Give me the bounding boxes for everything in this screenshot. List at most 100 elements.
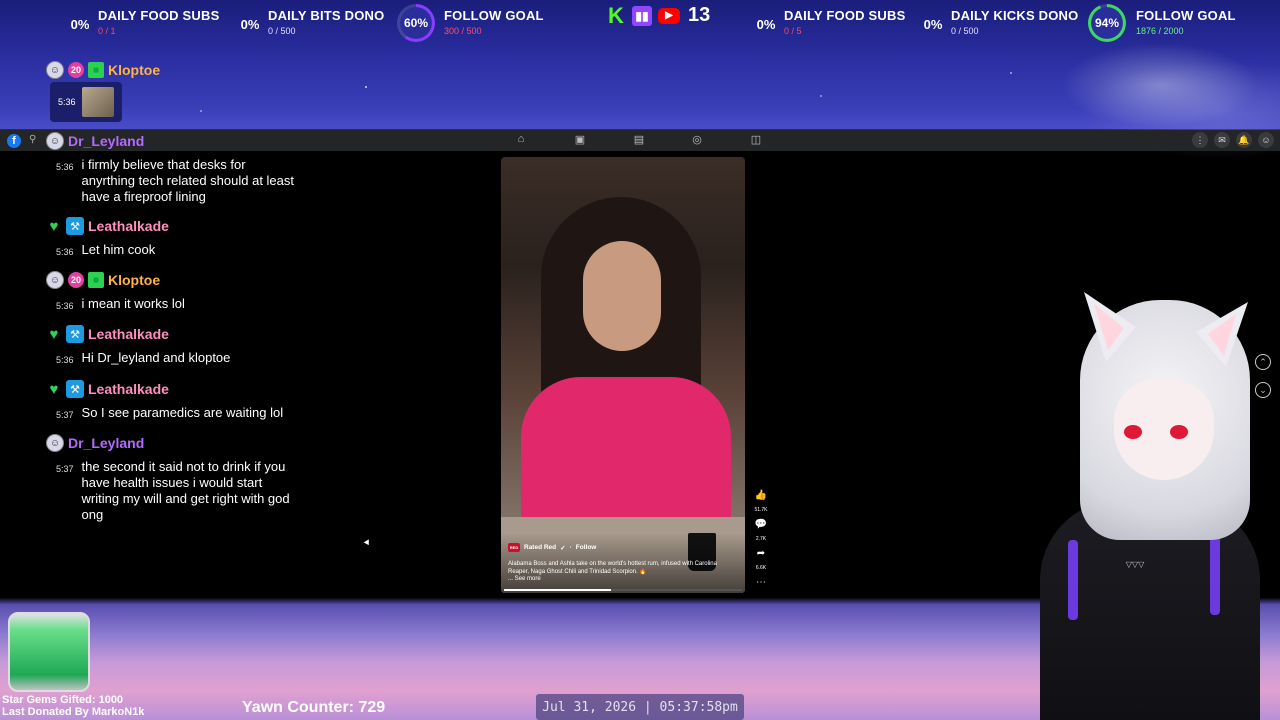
video-progress-bar[interactable] [504, 589, 742, 591]
channel-name[interactable]: Rated Red [524, 544, 556, 551]
share-icon[interactable]: ➦ [757, 548, 765, 559]
clip-thumbnail[interactable] [81, 87, 114, 117]
viewer-count: 13 [688, 4, 711, 26]
vtuber-eye [1170, 425, 1188, 439]
channel-logo[interactable]: RED [508, 543, 520, 552]
message-time: 5:36 [56, 355, 74, 365]
comment-icon[interactable]: 💬 [755, 519, 767, 530]
goal-daily-food-subs-right: 0% DAILY FOOD SUBS 0 / 5 [748, 8, 906, 36]
gift-icon: ■ [88, 272, 104, 288]
avatar: ☺ [46, 434, 64, 452]
chat-user-header: ☺ 20 ■ Kloptoe [46, 271, 160, 289]
goal-title: DAILY KICKS DONO [951, 8, 1079, 23]
message-time: 5:36 [58, 97, 76, 107]
video-actions: 👍 51.7K 💬 2.7K ➦ 6.6K ⋯ [752, 490, 770, 588]
chat-message: 5:36 i firmly believe that desks for any… [56, 157, 296, 205]
message-time: 5:36 [56, 301, 74, 311]
heart-icon: ♥ [49, 217, 59, 235]
message-text: i mean it works lol [81, 296, 185, 311]
reels-icon[interactable]: ▣ [572, 133, 588, 147]
follow-link[interactable]: Follow [576, 544, 597, 551]
goal-progress-text: 0 / 500 [268, 26, 296, 36]
date-time-clock: Jul 31, 2026 | 05:37:58pm [536, 694, 744, 720]
goal-percent: 0% [923, 17, 943, 32]
facebook-header-bar: f ⚲ ⌂ ▣ ▤ ◎ ◫ ⋮ ✉ 🔔 ☺ [0, 130, 1280, 151]
chat-user-header: ☺ Dr_Leyland [46, 132, 144, 150]
chat-user-header: ☺ 20 ■ Kloptoe [46, 61, 160, 79]
facebook-logo-icon[interactable]: f [7, 133, 21, 148]
goal-daily-kicks-dono: 0% DAILY KICKS DONO 0 / 500 [915, 8, 1079, 36]
heart-icon: ♥ [49, 380, 59, 398]
avatar: ☺ [46, 271, 64, 289]
profile-avatar[interactable]: ☺ [1258, 132, 1274, 148]
see-more-link[interactable]: ... See more [508, 576, 738, 582]
vtuber-jacket-accent [1068, 540, 1078, 620]
moderator-icon: ⚒ [66, 325, 84, 343]
sub-badge: 20 [68, 62, 84, 78]
chat-username: Dr_Leyland [68, 133, 145, 149]
home-icon[interactable]: ⌂ [513, 133, 529, 147]
gift-icon: ■ [88, 62, 104, 78]
goal-progress-text: 0 / 500 [951, 26, 979, 36]
goal-title: FOLLOW GOAL [1136, 8, 1236, 23]
menu-grid-icon[interactable]: ⋮ [1192, 132, 1208, 148]
scroll-up-icon[interactable]: ⌃ [1255, 354, 1271, 370]
goal-title: FOLLOW GOAL [444, 8, 544, 23]
reel-video[interactable] [501, 157, 745, 593]
chat-username: Dr_Leyland [68, 435, 145, 451]
video-description: Alabama Boss and Ashla take on the world… [508, 561, 717, 575]
heart-icon: ♥ [49, 325, 59, 343]
groups-icon[interactable]: ◎ [689, 133, 705, 147]
star-gems-info: Star Gems Gifted: 1000 Last Donated By M… [2, 694, 144, 718]
yawn-counter: Yawn Counter: 729 [242, 699, 386, 716]
vtuber-shirt-logo: ▽▽▽ [1125, 560, 1145, 569]
message-text: So I see paramedics are waiting lol [81, 405, 284, 420]
youtube-icon: ▶ [658, 7, 680, 24]
gaming-icon[interactable]: ◫ [748, 133, 764, 147]
avatar: ☺ [46, 132, 64, 150]
moderator-icon: ⚒ [66, 217, 84, 235]
scroll-down-icon[interactable]: ⌄ [1255, 382, 1271, 398]
last-donated-text: Last Donated By MarkoN1k [2, 706, 145, 718]
message-time: 5:37 [56, 464, 74, 474]
chat-clip-message[interactable]: 5:36 [50, 82, 122, 122]
share-count: 6.6K [755, 565, 767, 571]
messenger-icon[interactable]: ✉ [1214, 132, 1230, 148]
chat-user-header: ♥ ⚒ Leathalkade [46, 325, 169, 343]
message-time: 5:37 [56, 410, 74, 420]
message-text: Hi Dr_leyland and kloptoe [81, 350, 231, 365]
notifications-icon[interactable]: 🔔 [1236, 132, 1252, 148]
goal-percent: 0% [756, 17, 776, 32]
twitch-icon: ▮▮ [632, 5, 652, 26]
chat-message: 5:36 Let him cook [56, 242, 296, 260]
video-person-face [583, 241, 661, 351]
search-icon[interactable]: ⚲ [29, 134, 43, 148]
chat-username: Kloptoe [108, 62, 161, 78]
moderator-icon: ⚒ [66, 380, 84, 398]
goal-progress-text: 0 / 5 [784, 26, 802, 36]
video-progress-fill [504, 589, 612, 591]
message-time: 5:36 [56, 162, 74, 172]
mouse-cursor-icon [363, 539, 372, 547]
chat-username: Leathalkade [88, 381, 169, 397]
goal-title: DAILY FOOD SUBS [98, 8, 220, 23]
chat-username: Leathalkade [88, 326, 169, 342]
chat-user-header: ♥ ⚒ Leathalkade [46, 380, 169, 398]
more-options-icon[interactable]: ⋯ [756, 577, 766, 588]
goal-percent: 0% [70, 17, 90, 32]
chat-message: 5:37 the second it said not to drink if … [56, 459, 296, 523]
sub-badge: 20 [68, 272, 84, 288]
marketplace-icon[interactable]: ▤ [631, 133, 647, 147]
message-text: the second it said not to drink if you h… [81, 459, 290, 522]
chat-message: 5:36 Hi Dr_leyland and kloptoe [56, 350, 296, 368]
vtuber-ears [1084, 292, 1248, 367]
like-icon[interactable]: 👍 [755, 490, 767, 501]
gems-gifted-text: Star Gems Gifted: 1000 [2, 694, 124, 706]
comment-count: 2.7K [755, 536, 767, 542]
goal-follow-left: FOLLOW GOAL 300 / 500 [408, 8, 544, 36]
goal-title: DAILY FOOD SUBS [784, 8, 906, 23]
video-person-shirt [521, 377, 731, 537]
goal-percent: 0% [240, 17, 260, 32]
goal-follow-right: FOLLOW GOAL 1876 / 2000 [1100, 8, 1236, 36]
goal-daily-bits-dono: 0% DAILY BITS DONO 0 / 500 [232, 8, 385, 36]
